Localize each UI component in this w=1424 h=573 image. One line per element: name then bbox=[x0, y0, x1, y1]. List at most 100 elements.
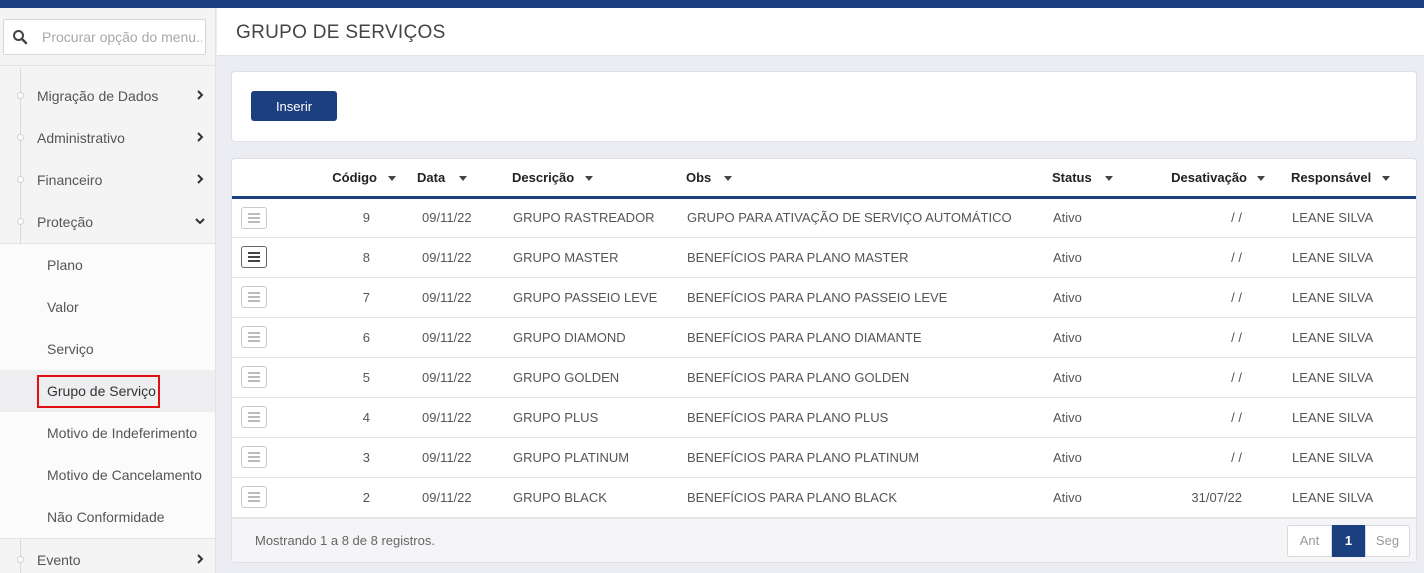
pagination: Ant 1 Seg bbox=[1287, 525, 1410, 557]
cell-desativacao: 31/07/22 bbox=[1191, 489, 1242, 505]
insert-button[interactable]: Inserir bbox=[251, 91, 337, 121]
tree-node-dot bbox=[17, 556, 24, 563]
menu-search-box[interactable] bbox=[3, 19, 206, 55]
tree-node-dot bbox=[17, 92, 24, 99]
cell-data: 09/11/22 bbox=[422, 289, 472, 305]
column-header-obs[interactable]: Obs bbox=[676, 159, 1042, 197]
table-row[interactable]: 9 09/11/22 GRUPO RASTREADOR GRUPO PARA A… bbox=[232, 197, 1416, 237]
sidebar-item-evento[interactable]: Evento bbox=[0, 539, 215, 573]
sidebar-item-label: Financeiro bbox=[37, 172, 103, 188]
sort-caret-icon bbox=[1382, 176, 1390, 181]
cell-data: 09/11/22 bbox=[422, 409, 472, 425]
cell-codigo: 9 bbox=[362, 210, 370, 225]
sidebar-item-financeiro[interactable]: Financeiro bbox=[0, 159, 215, 201]
column-header-status[interactable]: Status bbox=[1042, 159, 1152, 197]
cell-data: 09/11/22 bbox=[422, 489, 472, 505]
sidebar-subitem-label: Plano bbox=[47, 257, 83, 273]
sidebar-subitem-motivo-de-indeferimento[interactable]: Motivo de Indeferimento bbox=[0, 412, 215, 454]
column-header-label: Desativação bbox=[1171, 169, 1247, 185]
sort-caret-icon bbox=[459, 176, 467, 181]
pagination-prev-button[interactable]: Ant bbox=[1287, 525, 1332, 557]
table-row[interactable]: 4 09/11/22 GRUPO PLUS BENEFÍCIOS PARA PL… bbox=[232, 397, 1416, 437]
cell-codigo: 8 bbox=[362, 249, 370, 265]
row-menu-icon[interactable] bbox=[241, 366, 267, 388]
cell-desativacao: / / bbox=[1231, 329, 1242, 345]
sidebar-subitem-label: Valor bbox=[47, 299, 79, 315]
pagination-next-button[interactable]: Seg bbox=[1365, 525, 1410, 557]
toolbar-panel: Inserir bbox=[231, 71, 1417, 142]
records-info: Mostrando 1 a 8 de 8 registros. bbox=[255, 533, 435, 548]
sidebar-item-label: Migração de Dados bbox=[37, 88, 159, 104]
table-row[interactable]: 5 09/11/22 GRUPO GOLDEN BENEFÍCIOS PARA … bbox=[232, 357, 1416, 397]
menu-search-input[interactable] bbox=[42, 26, 202, 48]
cell-data: 09/11/22 bbox=[422, 369, 472, 385]
sidebar-divider bbox=[0, 65, 215, 66]
column-header-descricao[interactable]: Descrição bbox=[502, 159, 676, 197]
sidebar-subitem-plano[interactable]: Plano bbox=[0, 244, 215, 286]
column-header-label: Código bbox=[332, 169, 377, 185]
sidebar-item-protecao[interactable]: Proteção bbox=[0, 201, 215, 243]
sidebar-subitem-valor[interactable]: Valor bbox=[0, 286, 215, 328]
cell-descricao: GRUPO RASTREADOR bbox=[513, 210, 655, 225]
column-header-codigo[interactable]: Código bbox=[292, 159, 402, 197]
cell-data: 09/11/22 bbox=[422, 210, 472, 225]
sidebar-subitem-nao-conformidade[interactable]: Não Conformidade bbox=[0, 496, 215, 538]
sidebar-subitem-motivo-de-cancelamento[interactable]: Motivo de Cancelamento bbox=[0, 454, 215, 496]
cell-descricao: GRUPO GOLDEN bbox=[513, 369, 620, 385]
table-row[interactable]: 3 09/11/22 GRUPO PLATINUM BENEFÍCIOS PAR… bbox=[232, 437, 1416, 477]
cell-desativacao: / / bbox=[1231, 449, 1242, 465]
cell-codigo: 6 bbox=[362, 329, 370, 345]
table-row[interactable]: 7 09/11/22 GRUPO PASSEIO LEVE BENEFÍCIOS… bbox=[232, 277, 1416, 317]
row-menu-icon[interactable] bbox=[241, 486, 267, 508]
sidebar-item-label: Administrativo bbox=[37, 130, 125, 146]
cell-status: Ativo bbox=[1053, 369, 1082, 385]
cell-status: Ativo bbox=[1053, 289, 1082, 305]
tree-node-dot bbox=[17, 218, 24, 225]
sidebar-subitem-grupo-de-servico[interactable]: Grupo de Serviço bbox=[0, 370, 215, 412]
cell-codigo: 2 bbox=[362, 489, 370, 505]
sidebar-item-administrativo[interactable]: Administrativo bbox=[0, 117, 215, 159]
cell-codigo: 5 bbox=[362, 369, 370, 385]
sort-caret-icon bbox=[724, 176, 732, 181]
row-menu-icon[interactable] bbox=[241, 206, 267, 229]
sidebar-subitem-servico[interactable]: Serviço bbox=[0, 328, 215, 370]
sidebar-subitem-label: Motivo de Cancelamento bbox=[47, 467, 202, 483]
cell-obs: BENEFÍCIOS PARA PLANO DIAMANTE bbox=[687, 329, 922, 345]
cell-desativacao: / / bbox=[1231, 369, 1242, 385]
cell-descricao: GRUPO DIAMOND bbox=[513, 329, 626, 345]
cell-responsavel: LEANE SILVA bbox=[1292, 489, 1374, 505]
sidebar: Migração de Dados Administrativo Finance… bbox=[0, 8, 216, 573]
chevron-right-icon bbox=[197, 132, 204, 142]
table-row[interactable]: 8 09/11/22 GRUPO MASTER BENEFÍCIOS PARA … bbox=[232, 237, 1416, 277]
column-header-responsavel[interactable]: Responsável bbox=[1275, 159, 1416, 197]
cell-codigo: 4 bbox=[362, 409, 370, 425]
pagination-page-current[interactable]: 1 bbox=[1332, 525, 1365, 557]
sidebar-subitem-label: Motivo de Indeferimento bbox=[47, 425, 198, 441]
protecao-submenu: Plano Valor Serviço Grupo de Serviço Mot… bbox=[0, 243, 215, 539]
cell-obs: GRUPO PARA ATIVAÇÃO DE SERVIÇO AUTOMÁTIC… bbox=[687, 210, 1012, 225]
table-footer: Mostrando 1 a 8 de 8 registros. Ant 1 Se… bbox=[232, 518, 1416, 562]
row-menu-icon[interactable] bbox=[241, 446, 267, 468]
column-header-label: Status bbox=[1052, 169, 1092, 185]
tree-node-dot bbox=[17, 176, 24, 183]
column-header-data[interactable]: Data bbox=[402, 159, 502, 197]
cell-responsavel: LEANE SILVA bbox=[1292, 289, 1374, 305]
cell-obs: BENEFÍCIOS PARA PLANO GOLDEN bbox=[687, 369, 910, 385]
cell-responsavel: LEANE SILVA bbox=[1292, 329, 1374, 345]
row-menu-icon[interactable] bbox=[241, 246, 267, 268]
column-header-desativacao[interactable]: Desativação bbox=[1152, 159, 1275, 197]
table-row[interactable]: 2 09/11/22 GRUPO BLACK BENEFÍCIOS PARA P… bbox=[232, 477, 1416, 517]
row-menu-icon[interactable] bbox=[241, 286, 267, 308]
cell-descricao: GRUPO MASTER bbox=[513, 249, 619, 265]
cell-status: Ativo bbox=[1053, 329, 1082, 345]
column-header-label: Obs bbox=[686, 169, 712, 185]
sidebar-item-migracao-de-dados[interactable]: Migração de Dados bbox=[0, 75, 215, 117]
search-icon bbox=[13, 30, 28, 45]
cell-descricao: GRUPO PLATINUM bbox=[513, 449, 630, 465]
row-menu-icon[interactable] bbox=[241, 326, 267, 348]
cell-obs: BENEFÍCIOS PARA PLANO PLATINUM bbox=[687, 449, 920, 465]
column-header-actions bbox=[232, 159, 292, 197]
row-menu-icon[interactable] bbox=[241, 406, 267, 428]
table-row[interactable]: 6 09/11/22 GRUPO DIAMOND BENEFÍCIOS PARA… bbox=[232, 317, 1416, 357]
tree-node-dot bbox=[17, 134, 24, 141]
